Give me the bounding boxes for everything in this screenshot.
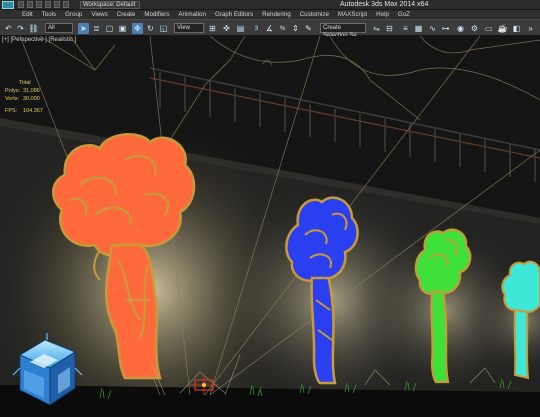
app-logo-icon[interactable] xyxy=(2,1,14,9)
menu-create[interactable]: Create xyxy=(117,10,136,19)
undo-toolbar-icon[interactable]: ↶ xyxy=(3,23,14,34)
stats-value: 30,000 xyxy=(23,96,40,102)
stats-value: 104.367 xyxy=(23,108,43,114)
stats-key: Verts: xyxy=(5,96,20,102)
select-manipulate-icon[interactable]: ✜ xyxy=(221,23,232,34)
stats-row-polys: Polys: 31,086 xyxy=(5,87,43,95)
stats-header: Total xyxy=(19,80,31,86)
schematic-view-icon[interactable]: ⊶ xyxy=(440,23,451,34)
window-crossing-icon[interactable]: ▣ xyxy=(117,23,128,34)
render-setup-icon[interactable]: ⚙ xyxy=(469,23,480,34)
keyboard-shortcut-icon[interactable]: ▤ xyxy=(235,23,246,34)
app-title: Autodesk 3ds Max 2014 x64 xyxy=(340,1,429,8)
reference-coordinate-dropdown[interactable]: View xyxy=(174,23,204,33)
menu-views[interactable]: Views xyxy=(91,10,107,19)
menu-animation[interactable]: Animation xyxy=(178,10,206,19)
perspective-viewport[interactable]: [+] [Perspective ] [Realistic ] Total Po… xyxy=(0,36,540,417)
menu-maxscript[interactable]: MAXScript xyxy=(338,10,367,19)
menu-customize[interactable]: Customize xyxy=(300,10,329,19)
menu-edit[interactable]: Edit xyxy=(22,10,33,19)
workspace-dropdown[interactable]: Workspace: Default xyxy=(80,1,140,9)
scene-render xyxy=(0,36,540,417)
align-icon[interactable]: ⊟ xyxy=(384,23,395,34)
pivot-center-icon[interactable]: ⊞ xyxy=(207,23,218,34)
menu-bar: Edit Tools Group Views Create Modifiers … xyxy=(0,10,540,19)
select-object-icon[interactable]: ➤ xyxy=(78,23,89,34)
stats-key: Polys: xyxy=(5,88,20,94)
menu-graph-editors[interactable]: Graph Editors xyxy=(215,10,253,19)
render-production-icon[interactable]: ◧ xyxy=(511,23,522,34)
stats-row-fps: FPS: 104.367 xyxy=(5,107,43,115)
render-icon[interactable]: ☕ xyxy=(497,23,508,34)
mirror-icon[interactable]: ⇋ xyxy=(371,23,382,34)
menu-goz[interactable]: GoZ xyxy=(398,10,410,19)
material-editor-icon[interactable]: ◉ xyxy=(455,23,466,34)
quick-access-toolbar xyxy=(18,1,69,8)
menu-help[interactable]: Help xyxy=(376,10,389,19)
curve-editor-icon[interactable]: ∿ xyxy=(427,23,438,34)
toolbar-overflow-icon[interactable]: » xyxy=(525,23,536,34)
render-frame-icon[interactable]: ▭ xyxy=(483,23,494,34)
menu-tools[interactable]: Tools xyxy=(42,10,56,19)
undo-icon[interactable] xyxy=(45,1,51,8)
redo-toolbar-icon[interactable]: ↷ xyxy=(15,23,26,34)
select-region-icon[interactable]: ▢ xyxy=(104,23,115,34)
main-toolbar: ↶ ↷ ⛓ All ➤ ≣ ▢ ▣ ✥ ↻ ◱ View ⊞ ✜ ▤ 3 ∡ %… xyxy=(0,19,540,39)
select-by-name-icon[interactable]: ≣ xyxy=(91,23,102,34)
snap-toggle-icon[interactable]: 3 xyxy=(251,23,262,34)
link-icon[interactable]: ⛓ xyxy=(28,23,39,34)
title-bar: Workspace: Default Autodesk 3ds Max 2014… xyxy=(0,0,540,10)
rotate-icon[interactable]: ↻ xyxy=(145,23,156,34)
save-file-icon[interactable] xyxy=(36,1,42,8)
edit-named-selection-icon[interactable]: ✎ xyxy=(303,23,314,34)
viewport-statistics: Total Polys: 31,086 Verts: 30,000 FPS: 1… xyxy=(5,79,43,115)
scale-icon[interactable]: ◱ xyxy=(158,23,169,34)
graphite-ribbon-icon[interactable]: ▦ xyxy=(413,23,424,34)
layer-manager-icon[interactable]: ≡ xyxy=(400,23,411,34)
stats-key: FPS: xyxy=(5,108,18,114)
spinner-snap-icon[interactable]: ⇕ xyxy=(290,23,301,34)
viewport-label[interactable]: [+] [Perspective ] [Realistic ] xyxy=(2,37,76,43)
redo-icon[interactable] xyxy=(54,1,60,8)
menu-rendering[interactable]: Rendering xyxy=(262,10,291,19)
menu-group[interactable]: Group xyxy=(65,10,82,19)
stats-value: 31,086 xyxy=(23,88,40,94)
move-icon[interactable]: ✥ xyxy=(132,23,143,34)
percent-snap-icon[interactable]: % xyxy=(277,23,288,34)
menu-modifiers[interactable]: Modifiers xyxy=(144,10,169,19)
stats-row-verts: Verts: 30,000 xyxy=(5,95,43,103)
named-selection-dropdown[interactable]: Create Selection Se xyxy=(320,23,366,39)
new-file-icon[interactable] xyxy=(18,1,24,8)
angle-snap-icon[interactable]: ∡ xyxy=(264,23,275,34)
selection-filter-dropdown[interactable]: All xyxy=(45,23,73,33)
open-file-icon[interactable] xyxy=(27,1,33,8)
project-folder-icon[interactable] xyxy=(63,1,69,8)
